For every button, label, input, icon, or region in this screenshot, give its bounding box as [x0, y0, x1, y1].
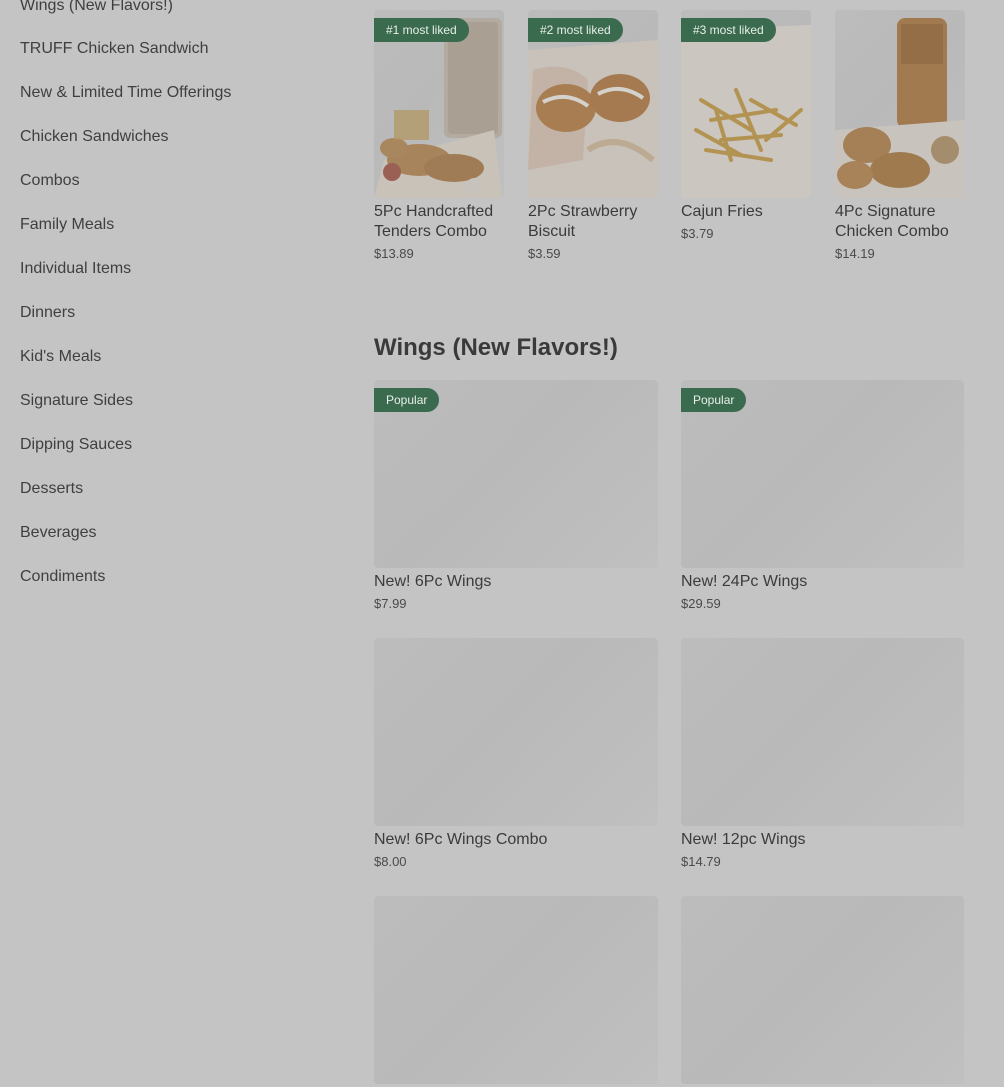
- menu-item-card[interactable]: [374, 896, 658, 1084]
- sidebar-item-truff-chicken-sandwich[interactable]: TRUFF Chicken Sandwich: [20, 39, 209, 59]
- item-image-placeholder[interactable]: [681, 638, 964, 826]
- menu-main: #1 most liked 5Pc Handcrafted Tenders Co…: [374, 0, 984, 1087]
- menu-item-card[interactable]: [681, 896, 964, 1084]
- most-liked-badge: #1 most liked: [374, 18, 469, 42]
- item-price: $8.00: [374, 854, 407, 869]
- tenders-combo-image[interactable]: #1 most liked: [374, 10, 504, 198]
- item-price: $13.89: [374, 246, 414, 261]
- item-name: 4Pc Signature Chicken Combo: [835, 203, 949, 240]
- most-liked-badge: #2 most liked: [528, 18, 623, 42]
- sidebar-item-signature-sides[interactable]: Signature Sides: [20, 391, 133, 411]
- sidebar-item-individual-items[interactable]: Individual Items: [20, 259, 131, 279]
- most-liked-card-1[interactable]: #1 most liked 5Pc Handcrafted Tenders Co…: [374, 10, 504, 262]
- sidebar-item-combos[interactable]: Combos: [20, 171, 80, 191]
- signature-chicken-combo-illustration: [835, 18, 965, 198]
- sidebar-item-wings[interactable]: Wings (New Flavors!): [20, 0, 173, 16]
- item-name: 5Pc Handcrafted Tenders Combo: [374, 203, 494, 240]
- item-name: New! 6Pc Wings: [374, 573, 492, 590]
- item-image-placeholder[interactable]: [374, 638, 658, 826]
- item-name: New! 24Pc Wings: [681, 573, 808, 590]
- signature-chicken-combo-image[interactable]: [835, 10, 965, 198]
- item-price: $29.59: [681, 596, 721, 611]
- sidebar-item-dinners[interactable]: Dinners: [20, 303, 75, 323]
- menu-item-card[interactable]: Popular New! 24Pc Wings $29.59: [681, 380, 964, 612]
- item-price: $7.99: [374, 596, 407, 611]
- sidebar-item-family-meals[interactable]: Family Meals: [20, 215, 114, 235]
- sidebar-item-beverages[interactable]: Beverages: [20, 523, 97, 543]
- item-price: $3.79: [681, 226, 714, 241]
- item-name: New! 12pc Wings: [681, 831, 806, 848]
- strawberry-biscuit-image[interactable]: #2 most liked: [528, 10, 658, 198]
- item-image-placeholder[interactable]: Popular: [681, 380, 964, 568]
- item-price: $3.59: [528, 246, 561, 261]
- most-liked-card-3[interactable]: #3 most liked Cajun Fries $3.79: [681, 10, 811, 242]
- item-name: Cajun Fries: [681, 203, 763, 220]
- most-liked-badge: #3 most liked: [681, 18, 776, 42]
- item-name: New! 6Pc Wings Combo: [374, 831, 548, 848]
- sidebar-item-dipping-sauces[interactable]: Dipping Sauces: [20, 435, 132, 455]
- sidebar-item-condiments[interactable]: Condiments: [20, 567, 105, 587]
- item-image-placeholder[interactable]: Popular: [374, 380, 658, 568]
- item-name: 2Pc Strawberry Biscuit: [528, 203, 638, 240]
- item-image-placeholder[interactable]: [681, 896, 964, 1084]
- most-liked-card-4[interactable]: 4Pc Signature Chicken Combo $14.19: [835, 10, 965, 262]
- popular-badge: Popular: [681, 388, 747, 412]
- menu-item-card[interactable]: Popular New! 6Pc Wings $7.99: [374, 380, 658, 612]
- sidebar-item-new-limited-time[interactable]: New & Limited Time Offerings: [20, 83, 231, 103]
- menu-item-card[interactable]: New! 12pc Wings $14.79: [681, 638, 964, 870]
- menu-item-card[interactable]: New! 6Pc Wings Combo $8.00: [374, 638, 658, 870]
- sidebar-item-chicken-sandwiches[interactable]: Chicken Sandwiches: [20, 127, 169, 147]
- item-price: $14.79: [681, 854, 721, 869]
- popular-badge: Popular: [374, 388, 440, 412]
- cajun-fries-image[interactable]: #3 most liked: [681, 10, 811, 198]
- item-image-placeholder[interactable]: [374, 896, 658, 1084]
- most-liked-card-2[interactable]: #2 most liked 2Pc Strawberry Biscuit $3.…: [528, 10, 658, 262]
- sidebar-item-kids-meals[interactable]: Kid's Meals: [20, 347, 101, 367]
- category-sidebar: Wings (New Flavors!) TRUFF Chicken Sandw…: [0, 0, 340, 1087]
- section-title-wings: Wings (New Flavors!): [374, 334, 618, 361]
- item-price: $14.19: [835, 246, 875, 261]
- sidebar-item-desserts[interactable]: Desserts: [20, 479, 83, 499]
